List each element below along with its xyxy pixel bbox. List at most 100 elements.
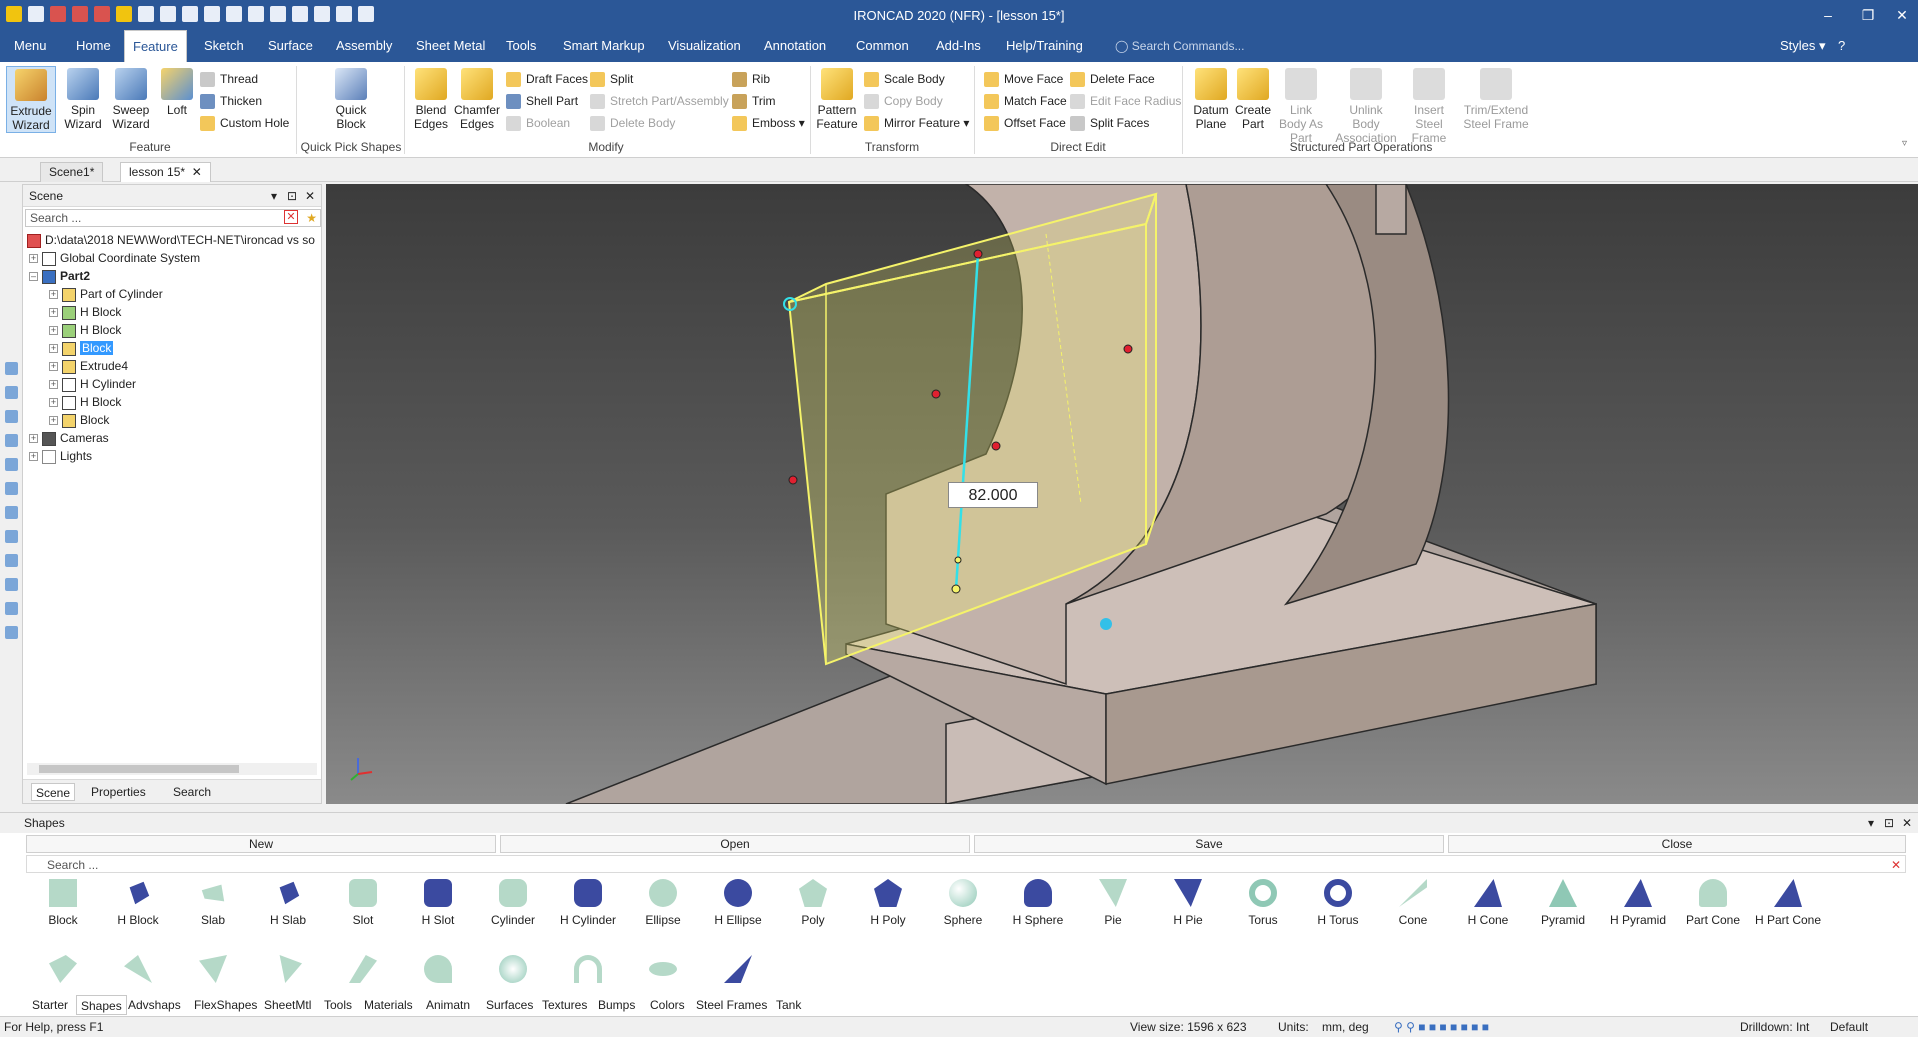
- tree-node[interactable]: + Block: [49, 411, 109, 429]
- view-tool-icon[interactable]: [5, 482, 18, 495]
- shape-item[interactable]: H Pyramid: [1601, 879, 1675, 927]
- catalog-tab-shapes[interactable]: Shapes: [76, 995, 127, 1015]
- stretch-part-button[interactable]: Stretch Part/Assembly: [590, 92, 729, 110]
- tab-tools[interactable]: Tools: [498, 30, 544, 62]
- chamfer-edges-button[interactable]: Chamfer Edges: [452, 66, 502, 131]
- shape-item[interactable]: H Pie: [1151, 879, 1225, 927]
- insert-steel-frame-button[interactable]: Insert Steel Frame: [1404, 66, 1454, 145]
- view-tool-icon[interactable]: [5, 554, 18, 567]
- scene-root-node[interactable]: D:\data\2018 NEW\Word\TECH-NET\ironcad v…: [27, 231, 315, 249]
- expand-icon[interactable]: +: [49, 398, 58, 408]
- tab-common[interactable]: Common: [848, 30, 917, 62]
- units-value[interactable]: mm, deg: [1322, 1017, 1369, 1037]
- shell-part-button[interactable]: Shell Part: [506, 92, 578, 110]
- edit-face-radius-button[interactable]: Edit Face Radius: [1070, 92, 1181, 110]
- match-face-button[interactable]: Match Face: [984, 92, 1067, 110]
- scene-search-input[interactable]: Search ... ✕ ★: [25, 209, 321, 227]
- view-tool-icon[interactable]: [5, 602, 18, 615]
- pin-icon[interactable]: ⊡: [1884, 813, 1894, 833]
- doc-tab-lesson15[interactable]: lesson 15* ✕: [120, 162, 211, 182]
- shape-item[interactable]: Sphere: [926, 879, 1000, 927]
- filter-icon[interactable]: ★: [306, 210, 317, 226]
- thicken-button[interactable]: Thicken: [200, 92, 262, 110]
- custom-hole-button[interactable]: Custom Hole: [200, 114, 289, 132]
- mode-select[interactable]: Default: [1830, 1017, 1868, 1037]
- zoom-icon[interactable]: ⚲ ⚲ ■ ■ ■ ■ ■ ■ ■: [1394, 1017, 1489, 1037]
- blend-edges-button[interactable]: Blend Edges: [406, 66, 456, 131]
- catalog-open-button[interactable]: Open: [500, 835, 970, 853]
- catalog-tab-steel-frames[interactable]: Steel Frames: [696, 995, 767, 1015]
- shape-item[interactable]: H Poly: [851, 879, 925, 927]
- catalog-tab-sheetmtl[interactable]: SheetMtl: [264, 995, 311, 1015]
- link-body-as-part-button[interactable]: Link Body As Part: [1276, 66, 1326, 145]
- shape-item[interactable]: [26, 955, 100, 989]
- shape-item[interactable]: [701, 955, 775, 989]
- tree-node[interactable]: + Global Coordinate System: [29, 249, 200, 267]
- catalog-tab-tank[interactable]: Tank: [776, 995, 801, 1015]
- view-tool-icon[interactable]: [5, 434, 18, 447]
- thread-button[interactable]: Thread: [200, 70, 258, 88]
- shape-item[interactable]: H Block: [101, 879, 175, 927]
- collapse-icon[interactable]: –: [29, 272, 38, 282]
- close-button[interactable]: ✕: [1882, 4, 1918, 26]
- shape-item[interactable]: H Ellipse: [701, 879, 775, 927]
- tab-feature[interactable]: Feature: [124, 30, 187, 62]
- shape-item[interactable]: Slab: [176, 879, 250, 927]
- expand-icon[interactable]: +: [49, 416, 58, 426]
- panel-menu-icon[interactable]: ▾: [271, 185, 277, 207]
- split-button[interactable]: Split: [590, 70, 633, 88]
- expand-icon[interactable]: +: [29, 434, 38, 444]
- ribbon-collapse-icon[interactable]: ▿: [1902, 138, 1907, 149]
- view-tool-icon[interactable]: [5, 506, 18, 519]
- drilldown-select[interactable]: Drilldown: Int: [1740, 1017, 1809, 1037]
- handle-point[interactable]: [931, 389, 941, 399]
- view-tool-icon[interactable]: [5, 626, 18, 639]
- view-tool-icon[interactable]: [5, 386, 18, 399]
- view-tool-icon[interactable]: [5, 362, 18, 375]
- scale-body-button[interactable]: Scale Body: [864, 70, 945, 88]
- command-search-input[interactable]: ◯ Search Commands...: [1115, 36, 1375, 56]
- expand-icon[interactable]: +: [49, 344, 58, 354]
- tab-add-ins[interactable]: Add-Ins: [928, 30, 989, 62]
- quick-block-button[interactable]: Quick Block: [326, 66, 376, 131]
- shape-item[interactable]: [626, 955, 700, 989]
- shape-item[interactable]: Pie: [1076, 879, 1150, 927]
- pattern-feature-button[interactable]: Pattern Feature: [812, 66, 862, 131]
- shape-item[interactable]: Cone: [1376, 879, 1450, 927]
- tree-node[interactable]: + H Block: [49, 321, 121, 339]
- tree-node[interactable]: + Cameras: [29, 429, 109, 447]
- horizontal-scrollbar[interactable]: [27, 763, 317, 775]
- tree-node[interactable]: + H Cylinder: [49, 375, 136, 393]
- tree-node[interactable]: + H Block: [49, 393, 121, 411]
- view-tool-icon[interactable]: [5, 578, 18, 591]
- copy-body-button[interactable]: Copy Body: [864, 92, 943, 110]
- mirror-feature-button[interactable]: Mirror Feature ▾: [864, 114, 969, 132]
- catalog-close-button[interactable]: Close: [1448, 835, 1906, 853]
- shape-item[interactable]: H Slab: [251, 879, 325, 927]
- boolean-button[interactable]: Boolean: [506, 114, 570, 132]
- expand-icon[interactable]: +: [49, 380, 58, 390]
- view-tool-icon[interactable]: [5, 458, 18, 471]
- shape-item[interactable]: H Slot: [401, 879, 475, 927]
- help-icon[interactable]: ?: [1830, 30, 1853, 62]
- shape-item[interactable]: Part Cone: [1676, 879, 1750, 927]
- tab-home[interactable]: Home: [68, 30, 119, 62]
- light-handle-icon[interactable]: [1100, 618, 1112, 630]
- doc-tab-scene1[interactable]: Scene1*: [40, 162, 104, 182]
- shape-item[interactable]: [476, 955, 550, 989]
- dimension-value-box[interactable]: 82.000: [948, 482, 1038, 508]
- tab-sketch[interactable]: Sketch: [196, 30, 252, 62]
- create-part-button[interactable]: Create Part: [1228, 66, 1278, 131]
- shape-item[interactable]: H Torus: [1301, 879, 1375, 927]
- tree-node[interactable]: + H Block: [49, 303, 121, 321]
- tab-menu[interactable]: Menu: [6, 30, 55, 62]
- loft-button[interactable]: Loft: [152, 66, 202, 117]
- offset-face-button[interactable]: Offset Face: [984, 114, 1066, 132]
- handle-point[interactable]: [788, 475, 798, 485]
- emboss-button[interactable]: Emboss ▾: [732, 114, 805, 132]
- catalog-tab-materials[interactable]: Materials: [364, 995, 413, 1015]
- tab-visualization[interactable]: Visualization: [660, 30, 749, 62]
- close-tab-icon[interactable]: ✕: [192, 165, 202, 179]
- shape-item[interactable]: Ellipse: [626, 879, 700, 927]
- unlink-body-association-button[interactable]: Unlink Body Association: [1334, 66, 1398, 145]
